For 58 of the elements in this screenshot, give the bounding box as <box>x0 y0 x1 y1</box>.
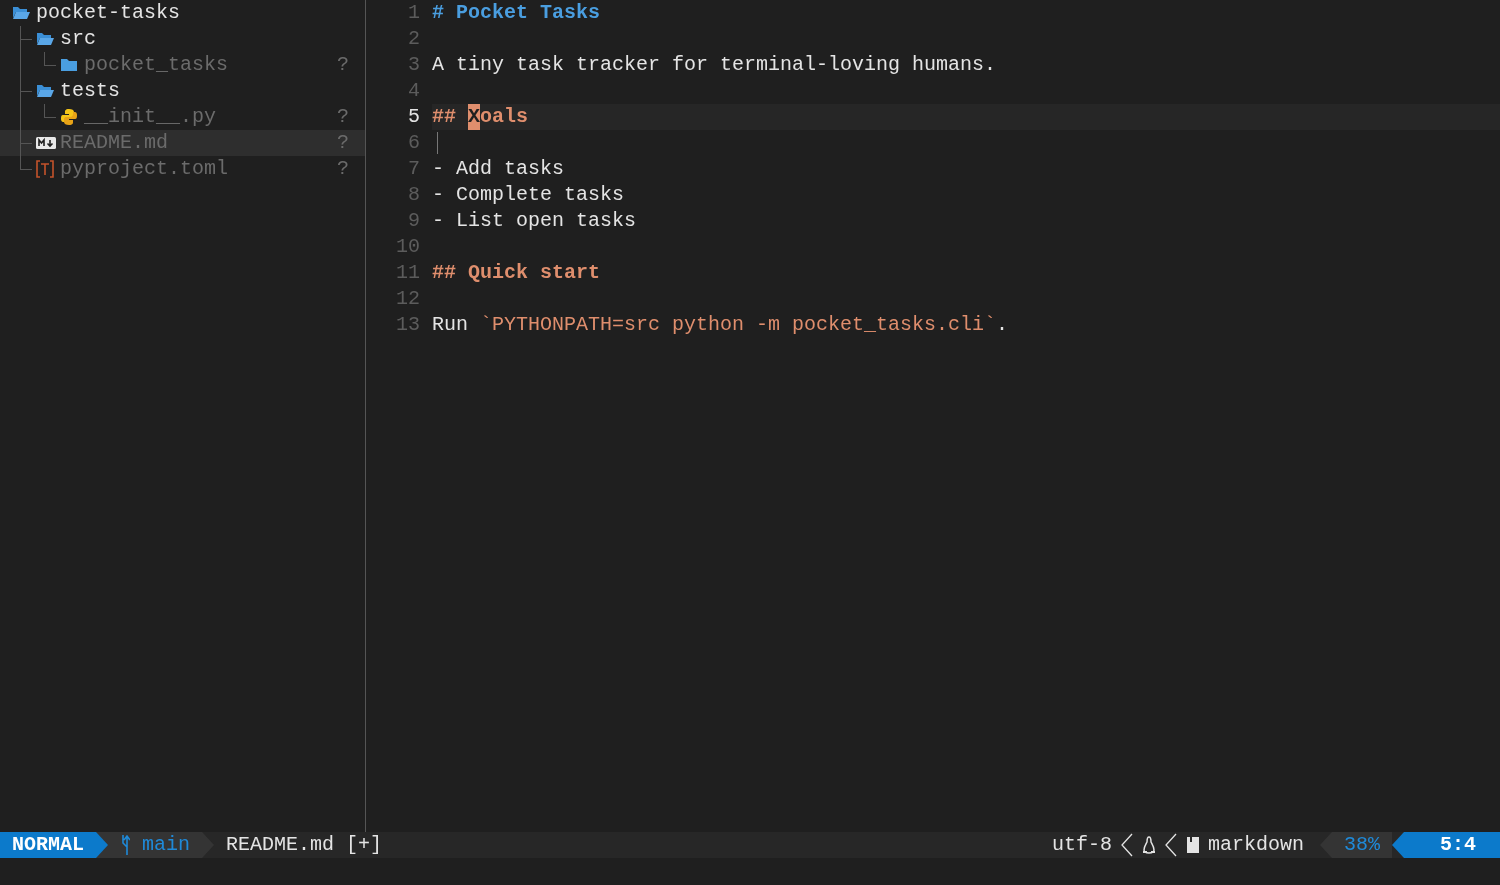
tree-item[interactable]: pocket_tasks ? <box>0 52 365 78</box>
file-name: pyproject.toml <box>60 156 229 182</box>
code-text: - Add tasks <box>432 156 565 182</box>
tree-item[interactable]: tests <box>0 78 365 104</box>
file-name: pocket-tasks <box>36 0 181 26</box>
encoding: utf-8 <box>1051 832 1112 858</box>
modified-label: [+] <box>346 832 383 858</box>
line-number: 2 <box>407 26 421 52</box>
file-type: markdown <box>1207 832 1304 858</box>
line-number: 12 <box>395 286 421 312</box>
git-status: ? <box>337 156 349 182</box>
code-text: A tiny task tracker for terminal-loving humans. <box>432 52 997 78</box>
code-text: - List open tasks <box>432 208 637 234</box>
branch-name: main <box>142 832 191 858</box>
tree-item[interactable]: __init__.py ? <box>0 104 365 130</box>
python-icon <box>60 108 78 126</box>
cursor-position: 5:4 <box>1392 832 1500 858</box>
progress-segment: 38% <box>1320 832 1392 858</box>
tree-item[interactable]: pocket-tasks <box>0 0 365 26</box>
code-text: ## <box>432 104 457 130</box>
line-number: 8 <box>407 182 421 208</box>
file-name: src <box>60 26 96 52</box>
line-number: 4 <box>407 78 421 104</box>
code-text: oals <box>480 104 529 130</box>
code-text: . <box>996 312 1009 338</box>
branch-icon <box>120 834 130 856</box>
markdown-icon <box>36 137 56 149</box>
separator-icon <box>1163 833 1178 857</box>
code-text: # Pocket Tasks <box>432 0 601 26</box>
file-name: __init__.py <box>84 104 217 130</box>
tree-item[interactable]: README.md ? <box>0 130 365 156</box>
cursor-character: X <box>468 104 481 130</box>
line-number: 13 <box>395 312 421 338</box>
line-number: 5 <box>407 104 421 130</box>
line-number: 11 <box>395 260 421 286</box>
file-name: README.md <box>60 130 169 156</box>
separator-icon <box>1119 833 1134 857</box>
line-number: 6 <box>407 130 421 156</box>
file-name: pocket_tasks <box>84 52 229 78</box>
toml-icon <box>36 160 54 178</box>
code-text: - Complete tasks <box>432 182 625 208</box>
line-number: 9 <box>407 208 421 234</box>
code-text: `PYTHONPATH=src python -m pocket_tasks.cli` <box>480 312 997 338</box>
line-number: 7 <box>407 156 421 182</box>
line-number: 10 <box>395 234 421 260</box>
file-icon <box>1185 836 1200 854</box>
file-name: tests <box>60 78 120 104</box>
tree-item[interactable]: src <box>0 26 365 52</box>
git-status: ? <box>337 52 349 78</box>
code-text: ## Quick start <box>432 260 601 286</box>
git-status: ? <box>337 130 349 156</box>
line-number: 3 <box>407 52 421 78</box>
line-number: 1 <box>407 0 421 26</box>
code-text: Run <box>432 312 469 338</box>
mode-indicator: NORMAL <box>0 832 108 858</box>
tree-item[interactable]: pyproject.toml ? <box>0 156 365 182</box>
file-name: README.md <box>226 832 335 858</box>
git-status: ? <box>337 104 349 130</box>
